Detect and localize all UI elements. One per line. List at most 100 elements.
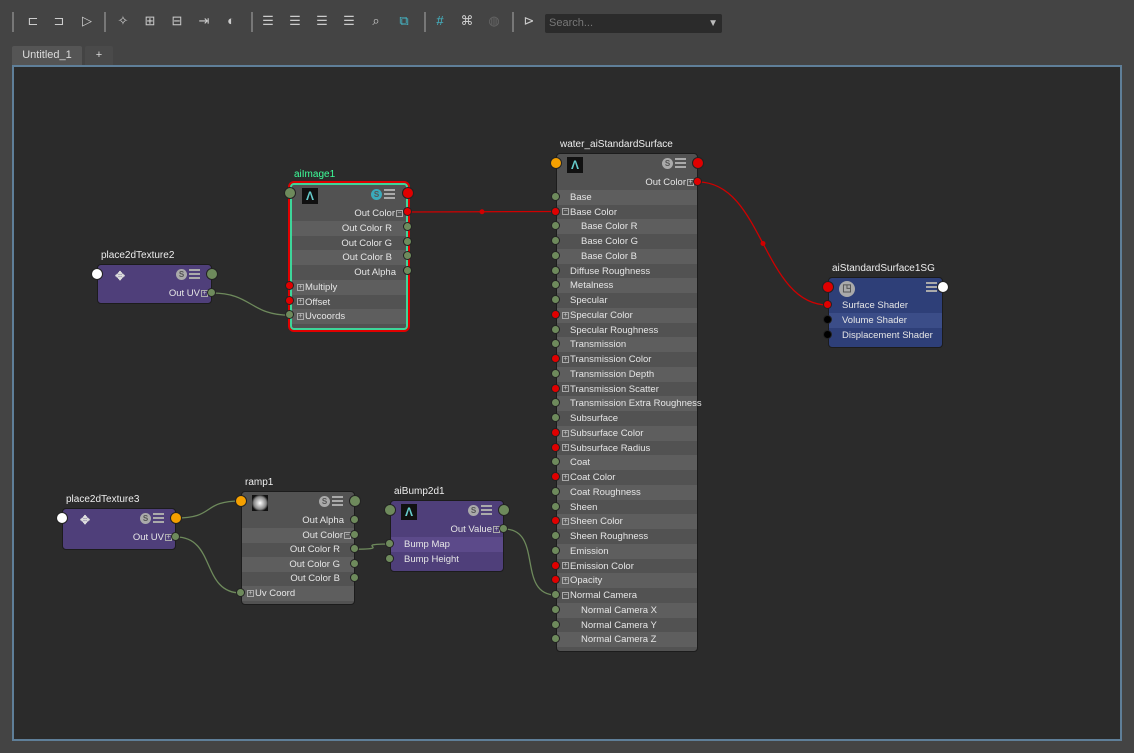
- node-input-plug[interactable]: [822, 281, 834, 293]
- attribute-plug-green[interactable]: [385, 554, 394, 563]
- collapse-icon[interactable]: −: [562, 591, 569, 599]
- attribute-plug-green[interactable]: [403, 266, 412, 275]
- attribute-menu-icon[interactable]: [332, 496, 343, 506]
- attribute-plug-black[interactable]: [823, 330, 832, 339]
- attribute-row[interactable]: Volume Shader: [829, 313, 942, 328]
- attribute-plug-green[interactable]: [350, 558, 359, 568]
- node-output-plug[interactable]: [170, 512, 182, 524]
- swatch-toggle-icon[interactable]: S: [319, 496, 330, 507]
- attribute-row[interactable]: Out Color −: [292, 206, 406, 221]
- attribute-row[interactable]: Out Color +: [557, 175, 697, 190]
- attribute-row[interactable]: + Uvcoords: [292, 309, 406, 325]
- attribute-plug-green[interactable]: [236, 588, 245, 597]
- remove-from-graph-icon[interactable]: ⊟: [168, 12, 186, 30]
- attribute-plug-red[interactable]: [551, 427, 560, 437]
- attribute-row[interactable]: + Transmission Scatter: [557, 382, 697, 397]
- attribute-row[interactable]: Base Color G: [557, 234, 697, 249]
- attribute-row[interactable]: Normal Camera X: [557, 602, 697, 618]
- expand-icon[interactable]: +: [562, 311, 569, 319]
- snap-to-grid-icon[interactable]: ⌘: [458, 12, 476, 30]
- attribute-row[interactable]: Out Color B: [242, 571, 354, 586]
- attribute-menu-icon[interactable]: [675, 158, 686, 168]
- simple-mode-icon[interactable]: ☰: [259, 12, 277, 30]
- add-tab-button[interactable]: +: [85, 46, 113, 65]
- output-connections-icon[interactable]: ▷: [78, 12, 96, 30]
- graph-materials-icon[interactable]: ◐: [222, 12, 240, 30]
- attribute-row[interactable]: Out Color R: [292, 220, 406, 236]
- attribute-plug-green[interactable]: [551, 501, 560, 511]
- attribute-plug-green[interactable]: [207, 288, 216, 297]
- input-output-connections-icon[interactable]: ⊐: [50, 12, 68, 30]
- attribute-plug-green[interactable]: [551, 590, 560, 599]
- attribute-plug-green[interactable]: [551, 486, 560, 496]
- attribute-row[interactable]: Base Color B: [557, 248, 697, 264]
- attribute-plug-red[interactable]: [551, 354, 560, 363]
- attribute-plug-green[interactable]: [551, 531, 560, 540]
- swatch-toggle-icon[interactable]: S: [371, 189, 382, 200]
- expand-icon[interactable]: +: [297, 313, 304, 321]
- connection-wire[interactable]: [175, 536, 242, 594]
- swatch-toggle-icon[interactable]: S: [468, 505, 479, 516]
- attribute-plug-green[interactable]: [551, 413, 560, 422]
- node-input-plug[interactable]: [284, 187, 296, 199]
- connection-wire[interactable]: [175, 500, 242, 519]
- attribute-row[interactable]: + Emission Color: [557, 559, 697, 574]
- attribute-plug-green[interactable]: [385, 539, 394, 548]
- attribute-row[interactable]: − Base Color: [557, 205, 697, 220]
- attribute-plug-red[interactable]: [551, 206, 560, 216]
- attribute-row[interactable]: Sheen Roughness: [557, 529, 697, 544]
- attribute-row[interactable]: Out Color G: [242, 556, 354, 572]
- attribute-plug-green[interactable]: [551, 191, 560, 201]
- attribute-row[interactable]: Normal Camera Y: [557, 618, 697, 633]
- node-sg[interactable]: ◳ Surface Shader Volume Shader Displacement…: [828, 277, 943, 348]
- attribute-row[interactable]: + Coat Color: [557, 470, 697, 485]
- attribute-row[interactable]: + Sheen Color: [557, 514, 697, 530]
- add-to-graph-icon[interactable]: ⊞: [141, 12, 159, 30]
- attribute-plug-green[interactable]: [551, 324, 560, 334]
- attribute-row[interactable]: + Opacity: [557, 573, 697, 589]
- attribute-plug-red[interactable]: [693, 177, 702, 186]
- attribute-plug-green[interactable]: [350, 515, 359, 524]
- attribute-plug-red[interactable]: [551, 442, 560, 452]
- search-input[interactable]: Search... ▼: [545, 14, 722, 33]
- attribute-row[interactable]: − Normal Camera: [557, 588, 697, 603]
- node-ramp1[interactable]: S Out Alpha Out Color − Out Color R Out Color…: [241, 491, 355, 605]
- attribute-row[interactable]: Out Color R: [242, 542, 354, 557]
- expand-icon[interactable]: +: [562, 518, 569, 526]
- node-output-plug[interactable]: [692, 157, 704, 169]
- attribute-row[interactable]: Out UV +: [63, 530, 175, 545]
- attribute-row[interactable]: Base: [557, 189, 697, 205]
- attribute-row[interactable]: Out UV +: [98, 286, 211, 301]
- input-connections-icon[interactable]: ⊏: [24, 12, 42, 30]
- attribute-menu-icon[interactable]: [189, 269, 200, 279]
- expand-icon[interactable]: +: [562, 577, 569, 585]
- attribute-row[interactable]: Out Alpha: [292, 265, 406, 280]
- attribute-row[interactable]: Subsurface: [557, 411, 697, 426]
- attribute-plug-green[interactable]: [403, 221, 412, 231]
- attribute-plug-green[interactable]: [499, 524, 508, 533]
- attribute-plug-green[interactable]: [171, 532, 180, 541]
- attribute-row[interactable]: + Uv Coord: [242, 586, 354, 601]
- attribute-row[interactable]: Displacement Shader: [829, 328, 942, 343]
- attribute-row[interactable]: + Transmission Color: [557, 352, 697, 367]
- swatch-toggle-icon[interactable]: S: [662, 158, 673, 169]
- attribute-plug-green[interactable]: [350, 529, 359, 539]
- swatch-toggle-icon[interactable]: S: [176, 269, 187, 280]
- connected-mode-icon[interactable]: ☰: [286, 12, 304, 30]
- node-output-plug[interactable]: [402, 187, 414, 199]
- node-output-plug[interactable]: [937, 281, 949, 293]
- node-aiBump2d1[interactable]: Λ S Out Value + Bump Map Bump Height: [390, 500, 504, 572]
- attribute-menu-icon[interactable]: [384, 189, 395, 199]
- full-mode-icon[interactable]: ☰: [313, 12, 331, 30]
- node-editor-canvas[interactable]: place2dTexture2 ✥ S Out UV + aiImage1 Λ S Out Co…: [12, 65, 1122, 741]
- attribute-plug-green[interactable]: [403, 236, 412, 246]
- attribute-row[interactable]: + Subsurface Radius: [557, 441, 697, 456]
- attribute-row[interactable]: Bump Height: [391, 552, 503, 567]
- collapse-icon[interactable]: −: [396, 209, 403, 217]
- expand-icon[interactable]: +: [562, 473, 569, 481]
- attribute-plug-green[interactable]: [551, 265, 560, 275]
- collapse-icon[interactable]: −: [562, 208, 569, 216]
- attribute-plug-red[interactable]: [551, 309, 560, 319]
- custom-mode-icon[interactable]: ☰: [340, 12, 358, 30]
- attribute-row[interactable]: Specular: [557, 293, 697, 308]
